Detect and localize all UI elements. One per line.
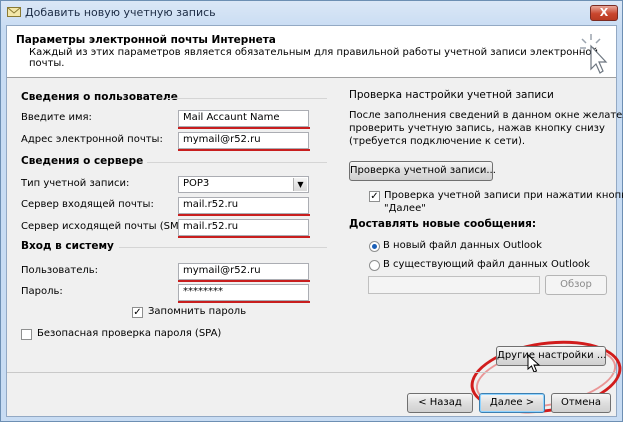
name-field[interactable]: Mail Accaunt Name [178, 110, 309, 127]
deliver-new-label[interactable]: В новый файл данных Outlook [383, 240, 542, 251]
dialog-header: Параметры электронной почты Интернета Ка… [7, 26, 616, 78]
username-field[interactable]: mymail@r52.ru [178, 263, 309, 280]
window-title: Добавить новую учетную запись [25, 6, 216, 19]
highlight-underline [178, 301, 310, 303]
server-info-heading: Сведения о сервере [21, 155, 144, 167]
password-label: Пароль: [21, 286, 63, 297]
chevron-down-icon[interactable]: ▼ [293, 178, 307, 191]
mail-icon [7, 7, 21, 17]
highlight-underline [178, 236, 310, 238]
name-label: Введите имя: [21, 112, 92, 123]
title-bar[interactable]: Добавить новую учетную запись X [1, 1, 622, 25]
deliver-new-radio[interactable] [369, 241, 380, 252]
password-field[interactable]: ******** [178, 284, 309, 301]
highlight-underline [178, 149, 310, 151]
deliver-heading: Доставлять новые сообщения: [349, 218, 537, 230]
page-description: Каждый из этих параметров является обяза… [29, 47, 599, 69]
divider [147, 162, 327, 163]
divider [167, 98, 327, 99]
spa-checkbox[interactable] [21, 329, 32, 340]
outgoing-server-label: Сервер исходящей почты (SMTP): [21, 221, 199, 232]
auto-test-label[interactable]: Проверка учетной записи при нажатии кноп… [384, 190, 623, 201]
deliver-existing-radio[interactable] [369, 260, 380, 271]
divider [119, 247, 327, 248]
highlight-underline [178, 214, 310, 216]
remember-password-checkbox[interactable]: ✓ [132, 307, 143, 318]
dialog-window: Добавить новую учетную запись X Параметр… [0, 0, 623, 422]
data-file-field[interactable] [368, 276, 540, 294]
test-account-button[interactable]: Проверка учетной записи... [349, 161, 496, 181]
test-description-line: (требуется подключение к сети). [349, 136, 526, 147]
username-label: Пользователь: [21, 265, 99, 276]
test-settings-heading: Проверка настройки учетной записи [349, 89, 554, 101]
cancel-button[interactable]: Отмена [551, 393, 611, 413]
email-label: Адрес электронной почты: [21, 134, 163, 145]
auto-test-checkbox[interactable]: ✓ [369, 191, 380, 202]
dialog-body: Параметры электронной почты Интернета Ка… [6, 25, 623, 422]
login-heading: Вход в систему [21, 240, 114, 252]
incoming-server-label: Сервер входящей почты: [21, 199, 154, 210]
incoming-server-field[interactable]: mail.r52.ru [178, 197, 309, 214]
user-info-heading: Сведения о пользователе [21, 91, 178, 103]
cursor-click-icon [580, 34, 608, 74]
close-button[interactable]: X [590, 5, 618, 21]
test-description-line: проверить учетную запись, нажав кнопку с… [349, 123, 605, 134]
email-field[interactable]: mymail@r52.ru [178, 132, 309, 149]
deliver-existing-label[interactable]: В существующий файл данных Outlook [383, 259, 590, 270]
footer-divider [7, 372, 616, 373]
back-button[interactable]: < Назад [407, 393, 473, 413]
browse-button[interactable]: Обзор [545, 275, 607, 295]
highlight-underline [178, 280, 310, 282]
spa-label[interactable]: Безопасная проверка пароля (SPA) [37, 328, 221, 339]
outgoing-server-field[interactable]: mail.r52.ru [178, 219, 309, 236]
auto-test-label[interactable]: "Далее" [384, 203, 426, 214]
account-type-label: Тип учетной записи: [21, 178, 130, 189]
account-type-value: POP3 [183, 178, 210, 189]
test-description-line: После заполнения сведений в данном окне … [349, 110, 623, 121]
next-button[interactable]: Далее > [479, 393, 545, 413]
page-title: Параметры электронной почты Интернета [16, 34, 276, 46]
remember-password-label[interactable]: Запомнить пароль [148, 306, 246, 317]
mouse-pointer-icon [527, 354, 541, 373]
more-settings-button[interactable]: Другие настройки ... [496, 346, 606, 366]
account-type-select[interactable]: POP3 ▼ [178, 176, 309, 193]
highlight-underline [178, 127, 310, 129]
